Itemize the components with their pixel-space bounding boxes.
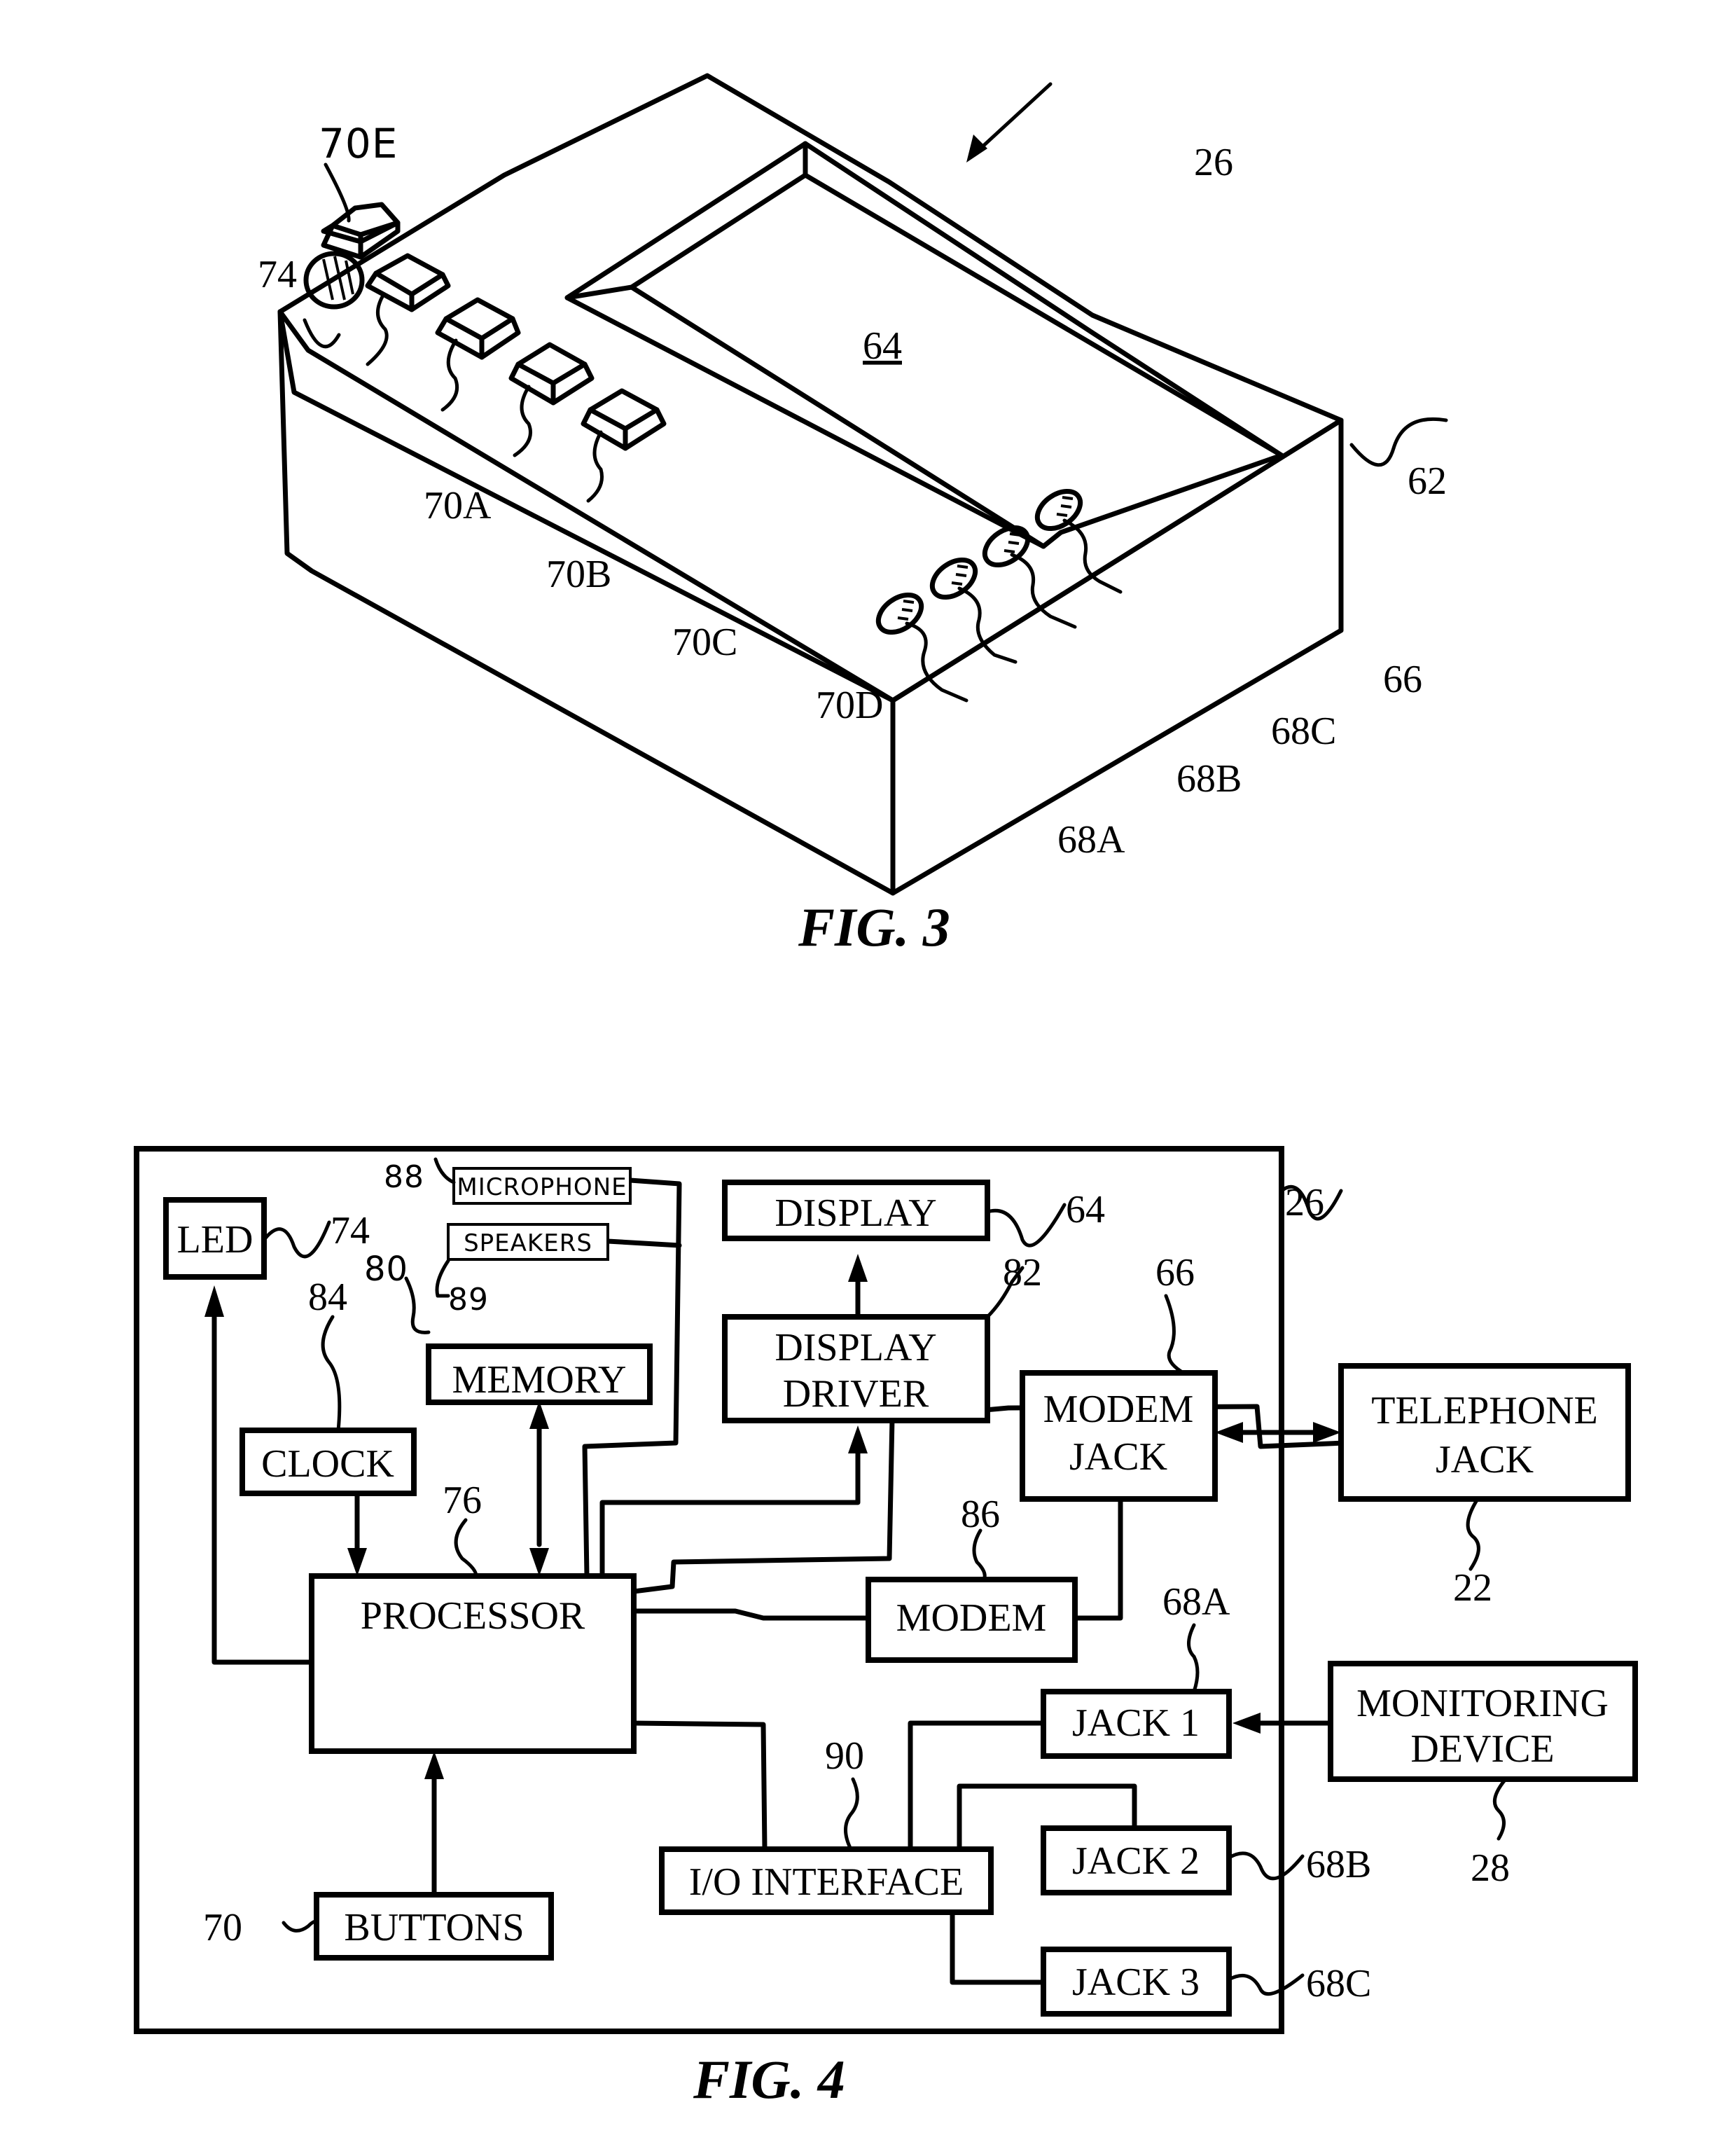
fig4-caption: FIG. 4: [693, 2049, 845, 2110]
block-led: LED: [163, 1197, 267, 1280]
ref-70c: 70C: [672, 621, 737, 664]
block-microphone: MICROPHONE: [452, 1167, 632, 1205]
block-monitoring-device: MONITORING DEVICE: [1328, 1661, 1638, 1782]
block-buttons: BUTTONS: [314, 1892, 554, 1961]
block-display-driver-label-1: DISPLAY: [775, 1326, 936, 1369]
block-speakers-label: SPEAKERS: [464, 1229, 592, 1257]
jack-68a-icon: [875, 592, 924, 635]
ref4-68b: 68B: [1306, 1843, 1371, 1886]
fig3-caption: FIG. 3: [798, 897, 950, 958]
button-70d-icon: [581, 388, 667, 451]
block-microphone-label: MICROPHONE: [457, 1173, 627, 1201]
block-modem: MODEM: [866, 1577, 1078, 1663]
ref-62: 62: [1408, 459, 1447, 503]
block-display-label: DISPLAY: [775, 1191, 936, 1235]
ref4-84: 84: [308, 1276, 347, 1319]
ref-68c: 68C: [1271, 710, 1336, 753]
block-modem-jack-label-1: MODEM: [1043, 1388, 1194, 1431]
block-memory-label: MEMORY: [452, 1358, 627, 1402]
ref-68b: 68B: [1176, 757, 1242, 801]
ref4-70: 70: [203, 1906, 242, 1949]
block-display: DISPLAY: [722, 1180, 990, 1241]
block-clock-label: CLOCK: [261, 1442, 394, 1486]
ref-26: 26: [1194, 141, 1233, 184]
ref4-68c: 68C: [1306, 1962, 1371, 2005]
block-monitoring-device-label-1: MONITORING: [1356, 1682, 1609, 1725]
patent-drawing-sheet: 26 62 64 66 68A 68B 68C 70A 70B 70C 70D …: [134, 73, 1638, 2110]
block-jack3: JACK 3: [1041, 1947, 1232, 2017]
ref-74: 74: [258, 253, 297, 296]
ref4-82: 82: [1003, 1251, 1042, 1294]
block-modem-jack-label-2: JACK: [1069, 1435, 1167, 1479]
block-memory: MEMORY: [426, 1343, 653, 1405]
fig3-device-drawing: 26 62 64 66 68A 68B 68C 70A 70B 70C 70D …: [258, 73, 1448, 958]
fig4-block-diagram: LED MICROPHONE SPEAKERS MEMORY CLOCK PRO…: [134, 1146, 1638, 2110]
ref4-88: 88: [384, 1159, 424, 1195]
block-led-label: LED: [177, 1218, 254, 1262]
ref4-80: 80: [364, 1250, 408, 1289]
ref4-68a: 68A: [1162, 1580, 1230, 1624]
block-jack2-label: JACK 2: [1072, 1839, 1200, 1883]
ref4-66: 66: [1155, 1251, 1195, 1294]
block-telephone-jack-label-2: JACK: [1436, 1438, 1534, 1481]
block-jack1: JACK 1: [1041, 1689, 1232, 1759]
ref4-28: 28: [1471, 1846, 1510, 1890]
ref-66: 66: [1383, 658, 1422, 701]
block-processor: PROCESSOR: [309, 1573, 637, 1754]
block-modem-label: MODEM: [896, 1596, 1047, 1640]
ref-70e: 70E: [319, 120, 398, 167]
ref-68a: 68A: [1057, 818, 1125, 862]
block-io-interface-label: I/O INTERFACE: [689, 1860, 964, 1904]
block-speakers: SPEAKERS: [447, 1223, 609, 1261]
block-modem-jack: MODEM JACK: [1020, 1370, 1218, 1502]
ref-70d: 70D: [816, 684, 883, 727]
block-jack1-label: JACK 1: [1072, 1701, 1200, 1745]
block-jack3-label: JACK 3: [1072, 1961, 1200, 2004]
block-telephone-jack-label-1: TELEPHONE: [1371, 1389, 1598, 1432]
ref-70b: 70B: [546, 553, 611, 596]
block-monitoring-device-label-2: DEVICE: [1410, 1727, 1554, 1771]
ref4-22: 22: [1453, 1566, 1492, 1610]
ref-70a: 70A: [424, 484, 492, 527]
ref4-89: 89: [448, 1282, 489, 1318]
block-io-interface: I/O INTERFACE: [659, 1846, 994, 1915]
block-display-driver-label-2: DRIVER: [783, 1372, 929, 1416]
block-buttons-label: BUTTONS: [344, 1906, 524, 1949]
block-jack2: JACK 2: [1041, 1825, 1232, 1895]
ref-64: 64: [863, 324, 902, 368]
ref4-64: 64: [1066, 1188, 1105, 1231]
block-processor-label: PROCESSOR: [361, 1594, 585, 1638]
block-clock: CLOCK: [239, 1428, 417, 1496]
ref4-86: 86: [961, 1493, 1000, 1536]
block-display-driver: DISPLAY DRIVER: [722, 1314, 990, 1423]
ref4-76: 76: [443, 1479, 482, 1522]
ref4-74: 74: [331, 1209, 370, 1252]
ref4-26: 26: [1285, 1181, 1324, 1224]
device-front-face: [277, 309, 896, 896]
ref4-90: 90: [825, 1734, 864, 1778]
